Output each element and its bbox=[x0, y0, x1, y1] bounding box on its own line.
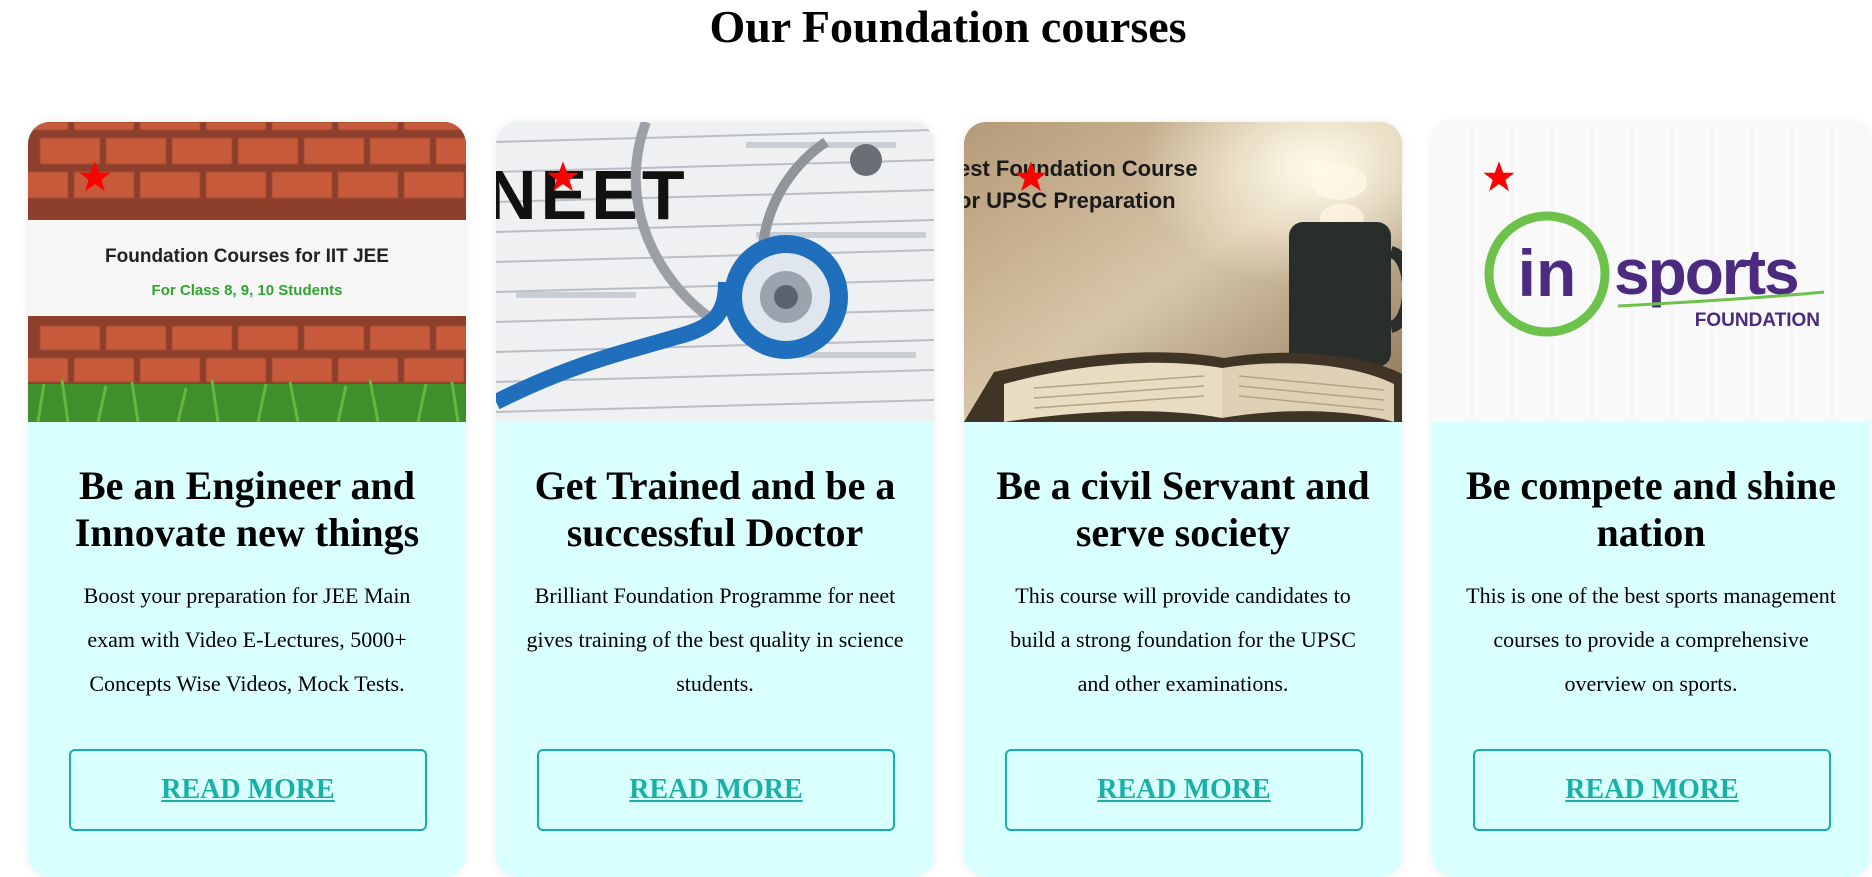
logo-text-foundation: FOUNDATION bbox=[1695, 310, 1820, 331]
read-more-button[interactable]: READ MORE bbox=[1473, 749, 1831, 831]
logo-text-in: in bbox=[1518, 236, 1577, 310]
course-card-upsc: est Foundation Course or UPSC Preparatio… bbox=[964, 122, 1402, 877]
course-card-neet: NEET Get Trained and be a successful Doc… bbox=[496, 122, 934, 877]
image-caption-title: est Foundation Course bbox=[964, 156, 1198, 181]
course-card-sports: in sports FOUNDATION Be compete and shin… bbox=[1432, 122, 1870, 877]
star-icon bbox=[79, 161, 111, 192]
read-more-button[interactable]: READ MORE bbox=[1005, 749, 1363, 831]
card-description: This course will provide candidates to b… bbox=[1010, 583, 1356, 696]
card-title: Be an Engineer and Innovate new things bbox=[74, 463, 420, 555]
star-icon bbox=[1015, 161, 1047, 192]
card-title: Be a civil Servant and serve society bbox=[996, 463, 1370, 555]
card-title: Get Trained and be a successful Doctor bbox=[534, 463, 896, 555]
image-caption-title: NEET bbox=[496, 156, 689, 234]
read-more-button[interactable]: READ MORE bbox=[537, 749, 895, 831]
section-title: Our Foundation courses bbox=[709, 1, 1187, 52]
read-more-button[interactable]: READ MORE bbox=[69, 749, 427, 831]
card-description: Boost your preparation for JEE Main exam… bbox=[83, 583, 411, 696]
image-caption-title: Foundation Courses for IIT JEE bbox=[105, 246, 389, 267]
card-description: Brilliant Foundation Programme for neet … bbox=[526, 583, 904, 696]
image-caption-subtitle: For Class 8, 9, 10 Students bbox=[152, 282, 343, 299]
star-icon bbox=[547, 161, 579, 192]
course-card-jee: Foundation Courses for IIT JEE For Class… bbox=[28, 122, 466, 877]
card-description: This is one of the best sports managemen… bbox=[1466, 583, 1836, 696]
card-title: Be compete and shine nation bbox=[1466, 463, 1836, 555]
star-icon bbox=[1483, 161, 1515, 192]
image-caption-subtitle: or UPSC Preparation bbox=[964, 188, 1176, 213]
